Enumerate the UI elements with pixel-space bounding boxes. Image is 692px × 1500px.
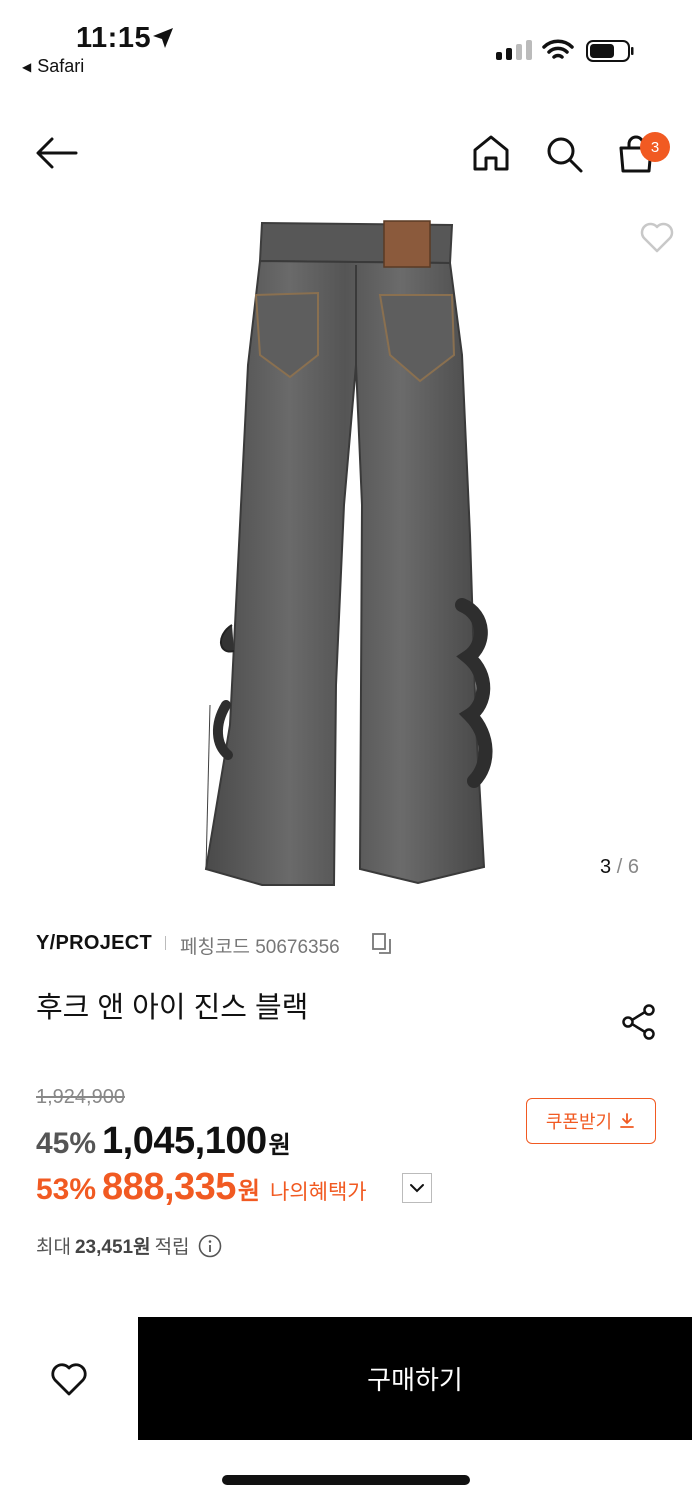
benefit-price-currency: 원	[237, 1178, 261, 1205]
benefit-percent: 53%	[36, 1173, 97, 1206]
discount-percent: 45%	[36, 1127, 97, 1160]
back-to-safari[interactable]: ◀ Safari	[22, 56, 84, 77]
sale-price-currency: 원	[268, 1132, 291, 1159]
benefit-price-row: 53% 888,335 원 나의혜택가	[36, 1166, 367, 1209]
cellular-signal-icon	[496, 40, 532, 60]
coupon-download-button[interactable]: 쿠폰받기	[526, 1098, 656, 1144]
download-icon	[620, 1113, 635, 1128]
benefit-label: 나의혜택가	[270, 1181, 367, 1204]
back-app-label: Safari	[37, 56, 85, 76]
home-icon[interactable]	[470, 132, 512, 174]
image-separator: /	[616, 856, 623, 878]
buy-now-button[interactable]: 구매하기	[138, 1317, 692, 1440]
product-code: 페칭코드 50676356	[180, 937, 340, 958]
location-arrow-icon	[153, 28, 173, 48]
wifi-icon	[542, 39, 574, 59]
cart-count-badge: 3	[640, 132, 670, 162]
chevron-down-icon	[410, 1184, 424, 1193]
coupon-label: 쿠폰받기	[545, 1112, 613, 1132]
benefit-price: 888,335	[102, 1166, 236, 1208]
bottom-wishlist-heart-icon[interactable]	[48, 1358, 90, 1400]
points-prefix: 최대	[36, 1237, 71, 1258]
image-current: 3	[600, 856, 612, 878]
copy-icon[interactable]	[371, 932, 393, 956]
product-title: 후크 앤 아이 진스 블랙	[36, 992, 309, 1024]
search-icon[interactable]	[544, 134, 584, 174]
sale-price-row: 45% 1,045,100 원	[36, 1120, 291, 1163]
brand-code-divider	[165, 936, 166, 950]
points-amount: 23,451원	[74, 1237, 151, 1258]
sale-price: 1,045,100	[102, 1120, 267, 1162]
original-price: 1,924,900	[36, 1086, 125, 1108]
wishlist-heart-icon[interactable]	[638, 218, 676, 256]
image-total: 6	[627, 856, 639, 878]
benefit-expand-button[interactable]	[402, 1173, 432, 1203]
points-suffix: 적립	[154, 1237, 190, 1258]
brand-name[interactable]: Y/PROJECT	[36, 932, 152, 955]
battery-icon	[586, 40, 634, 62]
product-image[interactable]	[0, 205, 692, 895]
back-triangle-icon: ◀	[22, 59, 32, 74]
share-icon[interactable]	[620, 1003, 658, 1041]
status-time: 11:15	[76, 22, 152, 54]
back-arrow-icon[interactable]	[34, 134, 80, 172]
info-icon[interactable]	[198, 1234, 222, 1258]
home-indicator[interactable]	[222, 1475, 470, 1485]
reward-points: 최대 23,451원 적립	[36, 1232, 222, 1259]
image-counter: 3 / 6	[600, 856, 639, 879]
